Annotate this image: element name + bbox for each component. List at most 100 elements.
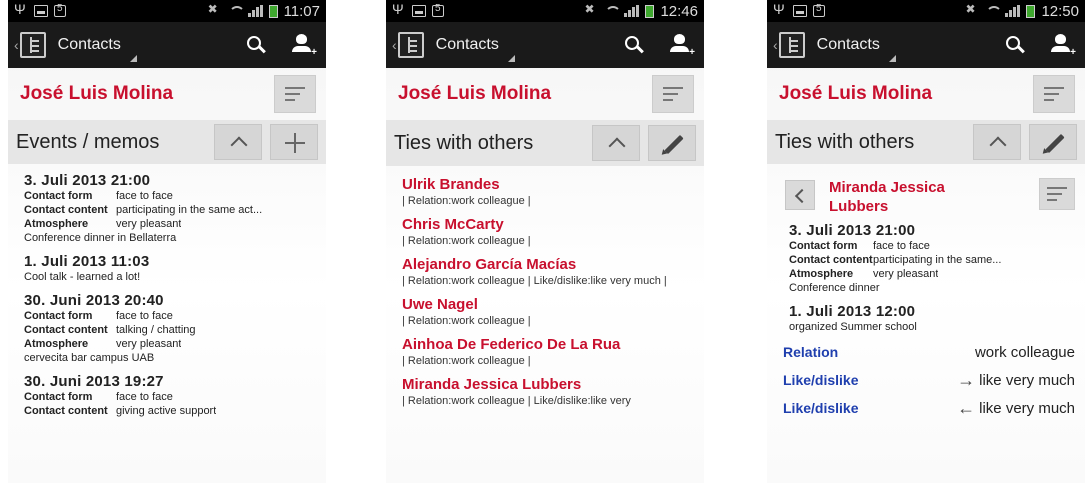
sort-menu-button[interactable] xyxy=(274,75,316,113)
event-item[interactable]: 1. Juli 2013 11:03 Cool talk - learned a… xyxy=(8,251,326,290)
field-label: Contact content xyxy=(789,254,873,266)
event-item[interactable]: 1. Juli 2013 12:00 organized Summer scho… xyxy=(767,301,1085,340)
up-caret-icon[interactable]: ‹ xyxy=(773,37,778,53)
event-item[interactable]: 3. Juli 2013 21:00 Contact form face to f… xyxy=(8,170,326,251)
nav-dropdown[interactable]: Contacts xyxy=(816,36,898,62)
field-label: Contact content xyxy=(24,405,108,417)
search-icon[interactable] xyxy=(1005,35,1025,55)
phone-screen-events: 11:07 ‹ Contacts + José Luis Molina Even… xyxy=(8,0,326,483)
battery-icon xyxy=(1026,4,1036,18)
mute-icon xyxy=(965,2,979,17)
tie-relation: | Relation:work colleague | Like/dislike… xyxy=(402,275,667,287)
field-value: talking / chatting xyxy=(116,324,196,336)
phone-screen-tie-detail: 12:50 ‹ Contacts + José Luis Molina Ties… xyxy=(767,0,1085,483)
notification-icon xyxy=(432,3,444,17)
app-icon[interactable] xyxy=(778,32,805,58)
app-icon[interactable] xyxy=(19,32,46,58)
collapse-button[interactable] xyxy=(973,124,1021,160)
edit-ties-button[interactable] xyxy=(648,125,696,161)
field-value: participating in the same act... xyxy=(116,204,263,216)
tie-relation: | Relation:work colleague | xyxy=(402,355,531,367)
up-caret-icon[interactable]: ‹ xyxy=(14,37,19,53)
tie-item[interactable]: Ainhoa De Federico De La Rua | Relation:… xyxy=(386,332,704,372)
field-value: participating in the same... xyxy=(873,254,1002,266)
relation-value: like very much xyxy=(979,399,1075,417)
section-title: Ties with others xyxy=(775,130,915,153)
contact-header: José Luis Molina xyxy=(8,68,326,120)
field-value: very pleasant xyxy=(116,218,182,230)
tie-relation: | Relation:work colleague | xyxy=(402,195,531,207)
search-icon[interactable] xyxy=(624,35,644,55)
nav-title: Contacts xyxy=(816,36,880,53)
nav-dropdown[interactable]: Contacts xyxy=(436,36,517,62)
add-event-button[interactable] xyxy=(270,124,318,160)
ties-section-header: Ties with others xyxy=(386,120,704,166)
field-label: Contact content xyxy=(24,324,108,336)
section-title: Ties with others xyxy=(394,131,534,154)
field-label: Atmosphere xyxy=(789,268,854,280)
usb-icon xyxy=(14,1,28,17)
image-notification-icon xyxy=(793,5,807,17)
edit-ties-button[interactable] xyxy=(1029,124,1077,160)
tie-detail-header: Miranda Jessica Lubbers xyxy=(767,170,1085,220)
event-date: 30. Juni 2013 20:40 xyxy=(24,292,164,309)
add-contact-icon[interactable]: + xyxy=(292,34,317,58)
signal-icon xyxy=(624,5,640,17)
event-item[interactable]: 30. Juni 2013 19:27 Contact form face to … xyxy=(8,371,326,424)
field-value: very pleasant xyxy=(873,268,939,280)
sort-menu-button[interactable] xyxy=(1033,75,1075,113)
field-value: very pleasant xyxy=(116,338,182,350)
field-label: Contact form xyxy=(24,391,93,403)
add-contact-icon[interactable]: + xyxy=(1051,34,1076,58)
tie-item[interactable]: Ulrik Brandes | Relation:work colleague … xyxy=(386,172,704,212)
dropdown-triangle-icon xyxy=(888,55,896,62)
up-caret-icon[interactable]: ‹ xyxy=(392,37,397,53)
tie-relation: | Relation:work colleague | xyxy=(402,315,531,327)
event-note: organized Summer school xyxy=(789,321,917,333)
collapse-button[interactable] xyxy=(592,125,640,161)
event-date: 3. Juli 2013 21:00 xyxy=(789,222,916,239)
tie-name: Uwe Nagel xyxy=(402,296,478,313)
contact-name: José Luis Molina xyxy=(398,83,552,104)
battery-icon xyxy=(645,4,655,18)
event-item[interactable]: 30. Juni 2013 20:40 Contact form face to … xyxy=(8,290,326,371)
notification-icon xyxy=(813,3,825,17)
field-label: Contact form xyxy=(24,190,93,202)
mute-icon xyxy=(208,2,222,17)
relation-row[interactable]: Relation work colleague xyxy=(767,340,1085,368)
wifi-icon xyxy=(604,5,622,17)
relation-row[interactable]: Like/dislike → like very much xyxy=(767,368,1085,396)
back-button[interactable] xyxy=(785,180,815,210)
tie-person-name: Miranda Jessica Lubbers xyxy=(829,179,945,215)
relation-value: work colleague xyxy=(974,343,1075,361)
app-icon[interactable] xyxy=(397,32,424,58)
tie-name: Alejandro García Macías xyxy=(402,256,577,273)
nav-dropdown[interactable]: Contacts xyxy=(58,36,139,62)
relation-label: Like/dislike xyxy=(783,400,859,416)
left-arrow-icon: ← xyxy=(957,397,976,418)
collapse-button[interactable] xyxy=(214,124,262,160)
status-bar: 12:46 xyxy=(386,0,704,22)
tie-item[interactable]: Miranda Jessica Lubbers | Relation:work … xyxy=(386,372,704,412)
tie-relation: | Relation:work colleague | Like/dislike… xyxy=(402,395,631,407)
add-contact-icon[interactable]: + xyxy=(670,34,695,58)
tie-name: Ainhoa De Federico De La Rua xyxy=(402,336,621,353)
ties-section-header: Ties with others xyxy=(767,120,1085,164)
signal-icon xyxy=(1005,5,1021,17)
event-item[interactable]: 3. Juli 2013 21:00 Contact form face to f… xyxy=(767,220,1085,301)
tie-item[interactable]: Chris McCarty | Relation:work colleague … xyxy=(386,212,704,252)
field-value: giving active support xyxy=(116,405,217,417)
event-date: 3. Juli 2013 21:00 xyxy=(24,172,151,189)
notification-icon xyxy=(54,3,66,17)
tie-menu-button[interactable] xyxy=(1039,178,1075,210)
tie-item[interactable]: Uwe Nagel | Relation:work colleague | xyxy=(386,292,704,332)
contact-header: José Luis Molina xyxy=(767,68,1085,120)
sort-menu-button[interactable] xyxy=(652,75,694,113)
tie-name: Miranda Jessica Lubbers xyxy=(402,376,582,393)
phone-screen-ties: 12:46 ‹ Contacts + José Luis Molina Ties… xyxy=(386,0,704,483)
relation-row[interactable]: Like/dislike ← like very much xyxy=(767,396,1085,424)
contact-name: José Luis Molina xyxy=(779,83,933,104)
search-icon[interactable] xyxy=(246,35,266,55)
events-section-header: Events / memos xyxy=(8,120,326,164)
tie-item[interactable]: Alejandro García Macías | Relation:work … xyxy=(386,252,704,292)
